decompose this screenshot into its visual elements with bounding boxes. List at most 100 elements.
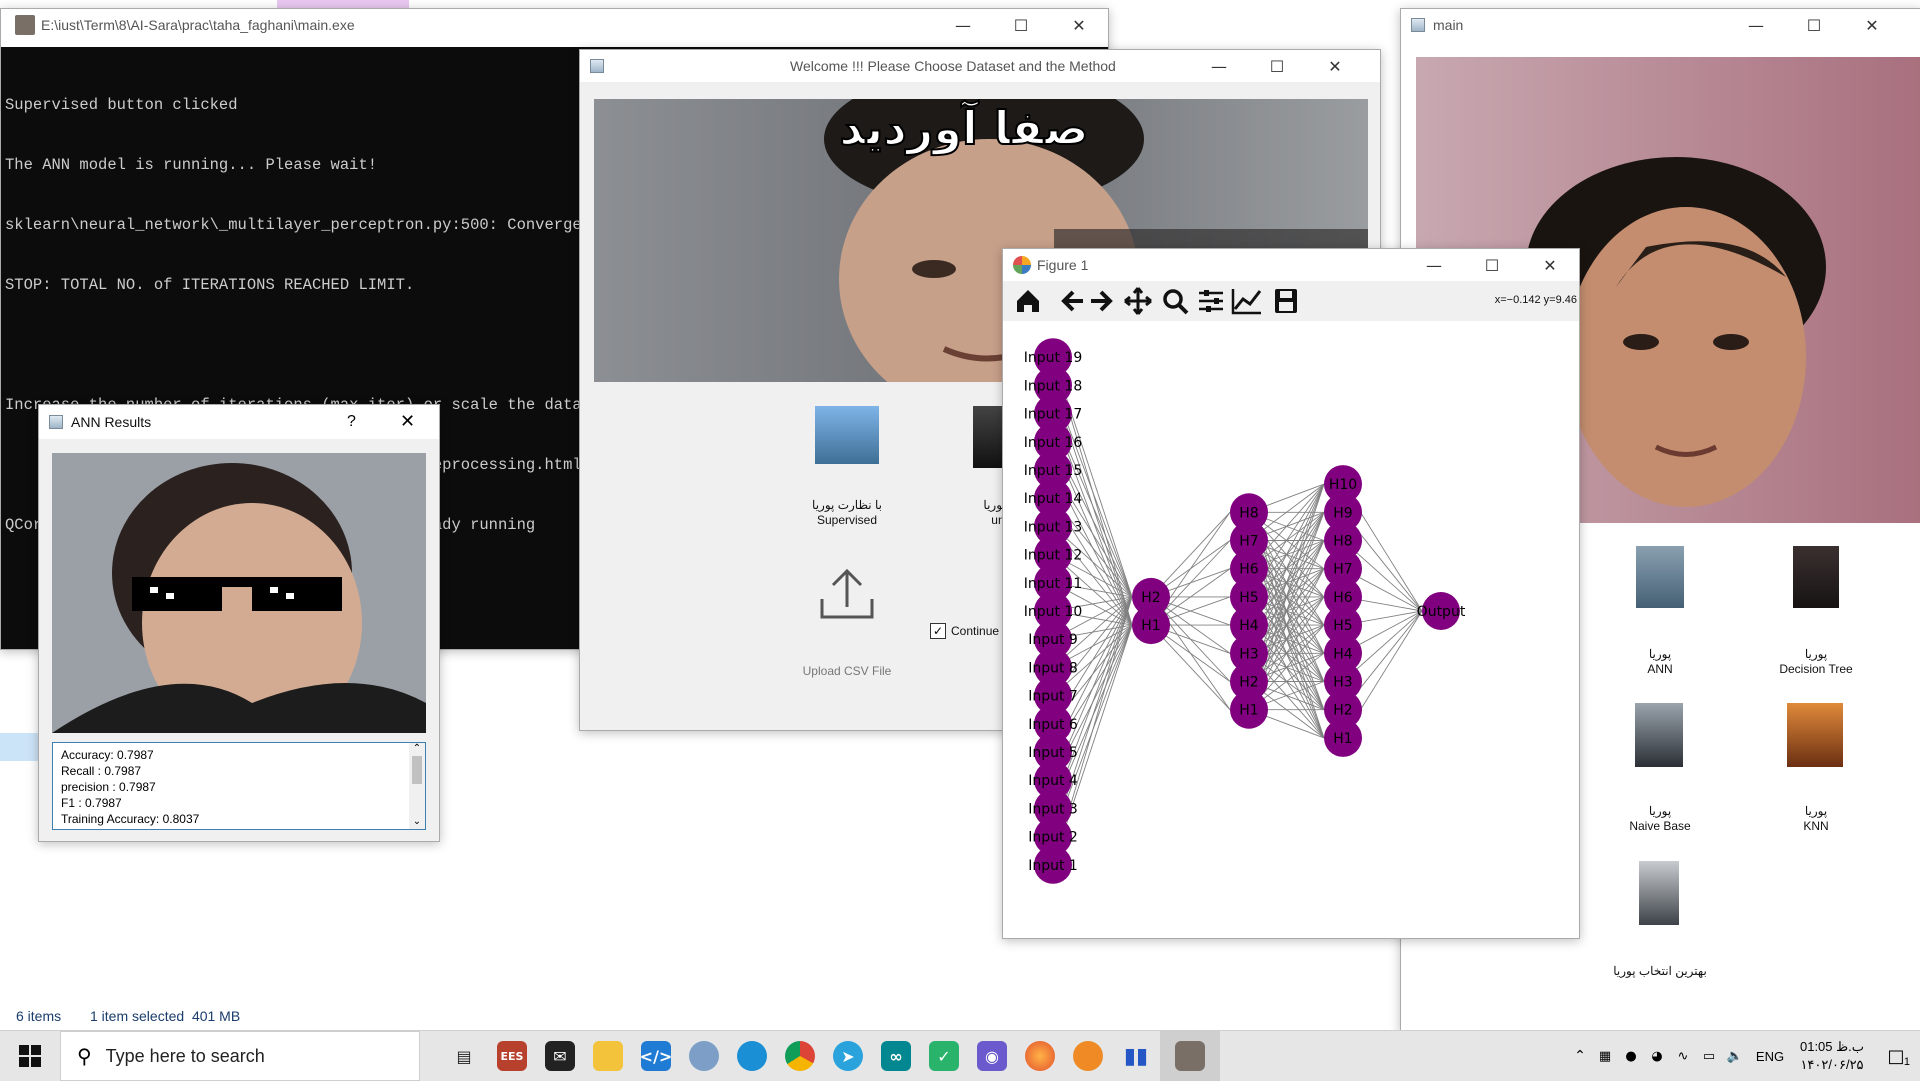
close-button[interactable]: ✕ bbox=[1843, 9, 1901, 41]
node-label: H4 bbox=[1239, 618, 1259, 634]
help-button[interactable]: ? bbox=[347, 413, 356, 431]
edge-icon[interactable] bbox=[728, 1031, 776, 1081]
console-titlebar[interactable]: E:\iust\Term\8\AI-Sara\prac\taha_faghani… bbox=[1, 9, 1108, 41]
minimize-button[interactable]: — bbox=[934, 9, 992, 41]
continue-label[interactable]: Continue bbox=[951, 624, 999, 638]
node-label: Input 5 bbox=[1028, 745, 1078, 761]
kaspersky-icon[interactable]: ✓ bbox=[920, 1031, 968, 1081]
ees-app-icon[interactable]: EES bbox=[488, 1031, 536, 1081]
figure-canvas[interactable]: Input 19 Input 18 Input 17 Input 16 Input 15… bbox=[1003, 321, 1579, 937]
scroll-thumb[interactable] bbox=[412, 756, 422, 784]
thumb-caption: بهترین انتخاب پوریا bbox=[1613, 964, 1707, 978]
start-button[interactable] bbox=[0, 1031, 60, 1081]
chrome-icon[interactable] bbox=[776, 1031, 824, 1081]
configure-icon[interactable] bbox=[1199, 290, 1223, 312]
supervised-option-label[interactable]: با نظارت پوریا Supervised bbox=[770, 498, 924, 528]
zoom-icon[interactable] bbox=[1163, 289, 1189, 315]
app-icon bbox=[590, 59, 604, 73]
thumb-ann[interactable] bbox=[1636, 546, 1684, 608]
node-label: Input 7 bbox=[1028, 689, 1078, 705]
axes-icon[interactable] bbox=[1231, 289, 1262, 315]
console-title: E:\iust\Term\8\AI-Sara\prac\taha_faghani… bbox=[41, 17, 355, 33]
status-selected: 1 item selected 401 MB bbox=[90, 1008, 241, 1024]
task-view-icon[interactable]: ▤ bbox=[440, 1031, 488, 1081]
supervised-option-image[interactable] bbox=[815, 406, 879, 464]
node-label: Input 10 bbox=[1024, 604, 1083, 620]
close-button[interactable]: ✕ bbox=[1050, 9, 1108, 41]
figure-window[interactable]: Figure 1 — ☐ ✕ x=−0.142 y=9.46 Input 19 I… bbox=[1002, 248, 1580, 939]
maximize-button[interactable]: ☐ bbox=[992, 9, 1050, 41]
maximize-button[interactable]: ☐ bbox=[1248, 50, 1306, 82]
upload-icon[interactable] bbox=[818, 565, 876, 621]
home-icon[interactable] bbox=[1017, 290, 1039, 312]
arduino-icon[interactable]: ∞ bbox=[872, 1031, 920, 1081]
node-label: H5 bbox=[1333, 618, 1352, 634]
figure-titlebar[interactable]: Figure 1 — ☐ ✕ bbox=[1003, 249, 1579, 281]
metrics-textbox[interactable]: Accuracy: 0.7987 Recall : 0.7987 precisi… bbox=[52, 742, 426, 830]
scroll-up-icon[interactable]: ⌃ bbox=[409, 743, 425, 754]
clock-time: 01:05 ب.ظ bbox=[1799, 1039, 1865, 1054]
battery-icon[interactable]: ▭ bbox=[1696, 1049, 1722, 1064]
search-icon: ⚲ bbox=[77, 1044, 92, 1068]
node-label: H5 bbox=[1239, 590, 1258, 606]
node-label: H7 bbox=[1239, 534, 1258, 550]
scrollbar[interactable]: ⌃ ⌄ bbox=[409, 743, 425, 829]
explorer-tab-highlight bbox=[277, 0, 409, 8]
forward-icon[interactable] bbox=[1091, 290, 1113, 312]
telegram-icon[interactable]: ➤ bbox=[824, 1031, 872, 1081]
ann-results-dialog[interactable]: ANN Results ? ✕ Accuracy: 0.7987 Recall … bbox=[38, 404, 440, 842]
scroll-down-icon[interactable]: ⌄ bbox=[409, 816, 425, 827]
continue-checkbox[interactable]: ✓ bbox=[930, 623, 946, 639]
node-label: H1 bbox=[1141, 618, 1160, 634]
minimize-button[interactable]: — bbox=[1727, 9, 1785, 41]
node-label: Input 16 bbox=[1024, 435, 1083, 451]
tray-chevron-icon[interactable]: ⌃ bbox=[1568, 1048, 1592, 1064]
node-label: H8 bbox=[1239, 505, 1258, 521]
wifi-icon[interactable]: ∿ bbox=[1670, 1049, 1696, 1064]
maximize-button[interactable]: ☐ bbox=[1463, 249, 1521, 281]
mail-icon[interactable]: ✉ bbox=[536, 1031, 584, 1081]
minimize-button[interactable]: — bbox=[1405, 249, 1463, 281]
metric-line: F1 : 0.7987 bbox=[61, 796, 122, 810]
app-circle-icon[interactable]: ◉ bbox=[968, 1031, 1016, 1081]
search-box[interactable]: ⚲ Type here to search bbox=[60, 1031, 420, 1081]
thumb-best-choice[interactable] bbox=[1639, 861, 1679, 925]
console-app-icon bbox=[15, 15, 35, 35]
notifications-icon[interactable]: □ 1 bbox=[1872, 1046, 1920, 1068]
ann-results-titlebar[interactable]: ANN Results ? ✕ bbox=[39, 405, 439, 439]
tray-app-icon[interactable]: ◕ bbox=[1644, 1049, 1670, 1064]
back-icon[interactable] bbox=[1061, 290, 1083, 312]
paint-icon[interactable] bbox=[680, 1031, 728, 1081]
upload-label[interactable]: Upload CSV File bbox=[770, 664, 924, 678]
node-label: H3 bbox=[1239, 646, 1258, 662]
minimize-button[interactable]: — bbox=[1190, 50, 1248, 82]
tray-app-icon[interactable]: ● bbox=[1618, 1049, 1644, 1064]
app-orange-icon[interactable] bbox=[1064, 1031, 1112, 1081]
thumb-knn[interactable] bbox=[1787, 703, 1843, 767]
language-indicator[interactable]: ENG bbox=[1748, 1049, 1792, 1064]
file-explorer-icon[interactable] bbox=[584, 1031, 632, 1081]
maximize-button[interactable]: ☐ bbox=[1785, 9, 1843, 41]
close-button[interactable]: ✕ bbox=[1521, 249, 1579, 281]
figure-title: Figure 1 bbox=[1037, 257, 1089, 273]
volume-icon[interactable]: 🔈 bbox=[1722, 1049, 1748, 1064]
main-titlebar[interactable]: main — ☐ ✕ bbox=[1401, 9, 1920, 41]
node-label: Input 14 bbox=[1024, 491, 1083, 507]
firefox-icon[interactable] bbox=[1016, 1031, 1064, 1081]
node-label: Input 11 bbox=[1024, 576, 1083, 592]
close-button[interactable]: ✕ bbox=[1306, 50, 1364, 82]
running-app-icon[interactable] bbox=[1160, 1031, 1220, 1081]
node-label: H2 bbox=[1333, 703, 1352, 719]
welcome-titlebar[interactable]: Welcome !!! Please Choose Dataset and th… bbox=[580, 50, 1380, 82]
vscode-icon[interactable]: </> bbox=[632, 1031, 680, 1081]
save-icon[interactable] bbox=[1275, 289, 1297, 313]
thumb-decision-tree[interactable] bbox=[1793, 546, 1839, 608]
tray-app-icon[interactable]: ▦ bbox=[1592, 1049, 1618, 1064]
thumb-naive-base[interactable] bbox=[1635, 703, 1683, 767]
pan-icon[interactable] bbox=[1124, 287, 1152, 315]
clock[interactable]: 01:05 ب.ظ ۱۴۰۲/۰۶/۲۵ bbox=[1792, 1038, 1872, 1074]
close-button[interactable]: ✕ bbox=[400, 411, 415, 432]
chart-app-icon[interactable]: ▮▮ bbox=[1112, 1031, 1160, 1081]
explorer-selected-row bbox=[0, 733, 38, 761]
banner-text: صفا آوردید bbox=[838, 100, 1089, 156]
